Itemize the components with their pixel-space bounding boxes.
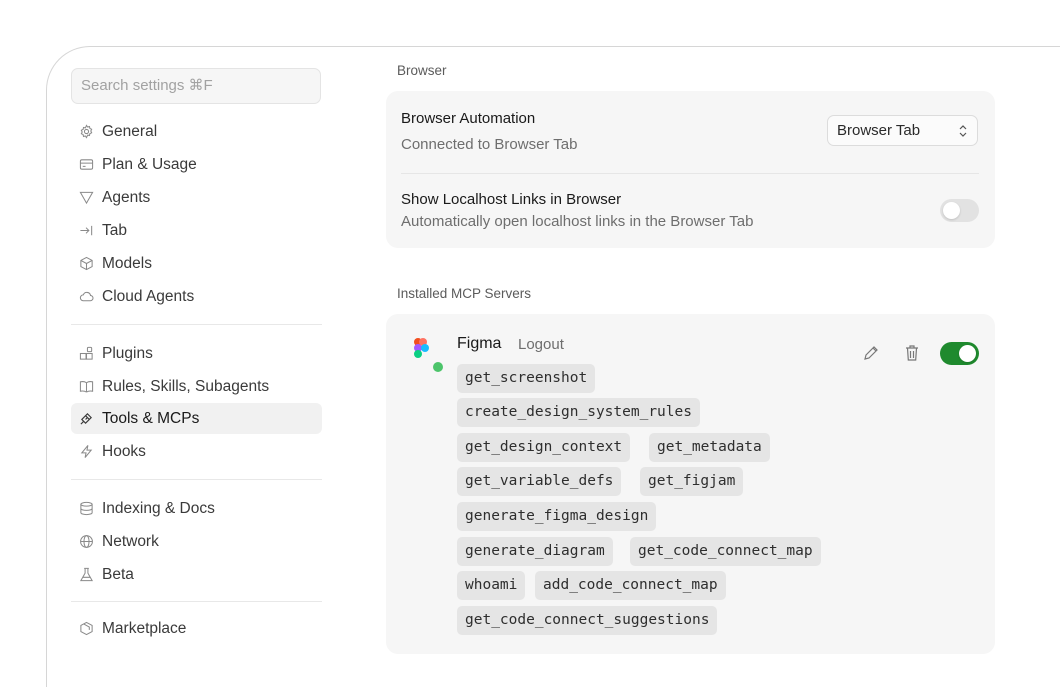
sidebar-item-beta[interactable]: Beta — [71, 559, 322, 590]
sidebar-item-label: Rules, Skills, Subagents — [102, 377, 270, 395]
sidebar-item-general[interactable]: General — [71, 116, 322, 147]
tool-chip: whoami — [457, 571, 526, 600]
sidebar-item-marketplace[interactable]: Marketplace — [71, 613, 322, 644]
funnel-icon — [79, 190, 94, 205]
sidebar-divider — [71, 479, 322, 480]
toggle-knob — [943, 202, 960, 219]
sidebar-item-plan-usage[interactable]: Plan & Usage — [71, 149, 322, 180]
browser-automation-status: Connected to Browser Tab — [401, 136, 578, 153]
tool-chip: generate_figma_design — [457, 502, 657, 531]
sidebar-item-network[interactable]: Network — [71, 526, 322, 557]
gear-icon — [79, 124, 94, 139]
mcp-server-toggle[interactable] — [940, 342, 979, 365]
cloud-icon — [79, 289, 94, 304]
browser-automation-select[interactable]: Browser Tab — [827, 115, 978, 146]
plugin-icon — [79, 346, 94, 361]
tool-chip: generate_diagram — [457, 537, 613, 566]
localhost-links-title: Show Localhost Links in Browser — [401, 191, 622, 208]
tab-arrow-icon — [79, 223, 94, 238]
sidebar-item-label: Tools & MCPs — [102, 409, 200, 427]
tool-chip: get_code_connect_suggestions — [457, 606, 718, 635]
tool-chip: get_screenshot — [457, 364, 596, 393]
card-divider — [401, 173, 979, 174]
tool-chip: get_figjam — [640, 467, 744, 496]
sidebar-item-label: Network — [102, 532, 159, 550]
logout-link[interactable]: Logout — [518, 336, 564, 353]
tool-chip: create_design_system_rules — [457, 398, 700, 427]
sidebar-item-agents[interactable]: Agents — [71, 182, 322, 213]
sidebar-item-label: Beta — [102, 565, 134, 583]
book-icon — [79, 379, 94, 394]
sidebar-item-plugins[interactable]: Plugins — [71, 338, 322, 369]
sidebar-item-label: Hooks — [102, 442, 146, 460]
mcp-server-name: Figma — [457, 335, 502, 352]
sidebar-item-label: General — [102, 122, 158, 140]
sidebar-item-label: Marketplace — [102, 619, 187, 637]
database-icon — [79, 501, 94, 516]
edit-pencil-icon[interactable] — [861, 343, 881, 363]
marketplace-icon — [79, 621, 94, 636]
sidebar-item-rules-skills-subagents[interactable]: Rules, Skills, Subagents — [71, 371, 322, 402]
sidebar-item-label: Plugins — [102, 344, 153, 362]
sidebar-item-label: Cloud Agents — [102, 287, 195, 305]
search-settings-input[interactable]: Search settings ⌘F — [71, 68, 321, 104]
localhost-links-toggle[interactable] — [940, 199, 979, 222]
chevron-updown-icon — [959, 125, 967, 137]
tool-chip: add_code_connect_map — [535, 571, 726, 600]
sidebar-divider — [71, 324, 322, 325]
browser-automation-title: Browser Automation — [401, 110, 536, 127]
trash-icon[interactable] — [902, 343, 922, 363]
sidebar-item-models[interactable]: Models — [71, 248, 322, 279]
select-value: Browser Tab — [837, 122, 921, 139]
sidebar-item-label: Models — [102, 254, 152, 272]
localhost-links-description: Automatically open localhost links in th… — [401, 213, 754, 230]
mcp-section-label: Installed MCP Servers — [397, 286, 532, 301]
tool-chip: get_variable_defs — [457, 467, 622, 496]
toggle-knob — [959, 345, 976, 362]
sidebar-item-label: Agents — [102, 188, 151, 206]
card-icon — [79, 157, 94, 172]
tools-icon — [79, 411, 94, 426]
tool-chip: get_code_connect_map — [630, 537, 821, 566]
sidebar-item-tab[interactable]: Tab — [71, 215, 322, 246]
cube-icon — [79, 256, 94, 271]
figma-logo-icon — [414, 338, 443, 372]
tool-chip: get_design_context — [457, 433, 631, 462]
sidebar-item-indexing-docs[interactable]: Indexing & Docs — [71, 493, 322, 524]
sidebar-item-label: Plan & Usage — [102, 155, 197, 173]
sidebar-item-label: Tab — [102, 221, 127, 239]
tool-chip: get_metadata — [649, 433, 770, 462]
sidebar-item-label: Indexing & Docs — [102, 499, 215, 517]
sidebar-item-hooks[interactable]: Hooks — [71, 436, 322, 467]
sidebar-item-tools-mcps[interactable]: Tools & MCPs — [71, 403, 322, 434]
globe-icon — [79, 534, 94, 549]
flask-icon — [79, 567, 94, 582]
sidebar-divider — [71, 601, 322, 602]
sidebar-item-cloud-agents[interactable]: Cloud Agents — [71, 281, 322, 312]
bolt-icon — [79, 444, 94, 459]
browser-section-label: Browser — [397, 63, 447, 78]
